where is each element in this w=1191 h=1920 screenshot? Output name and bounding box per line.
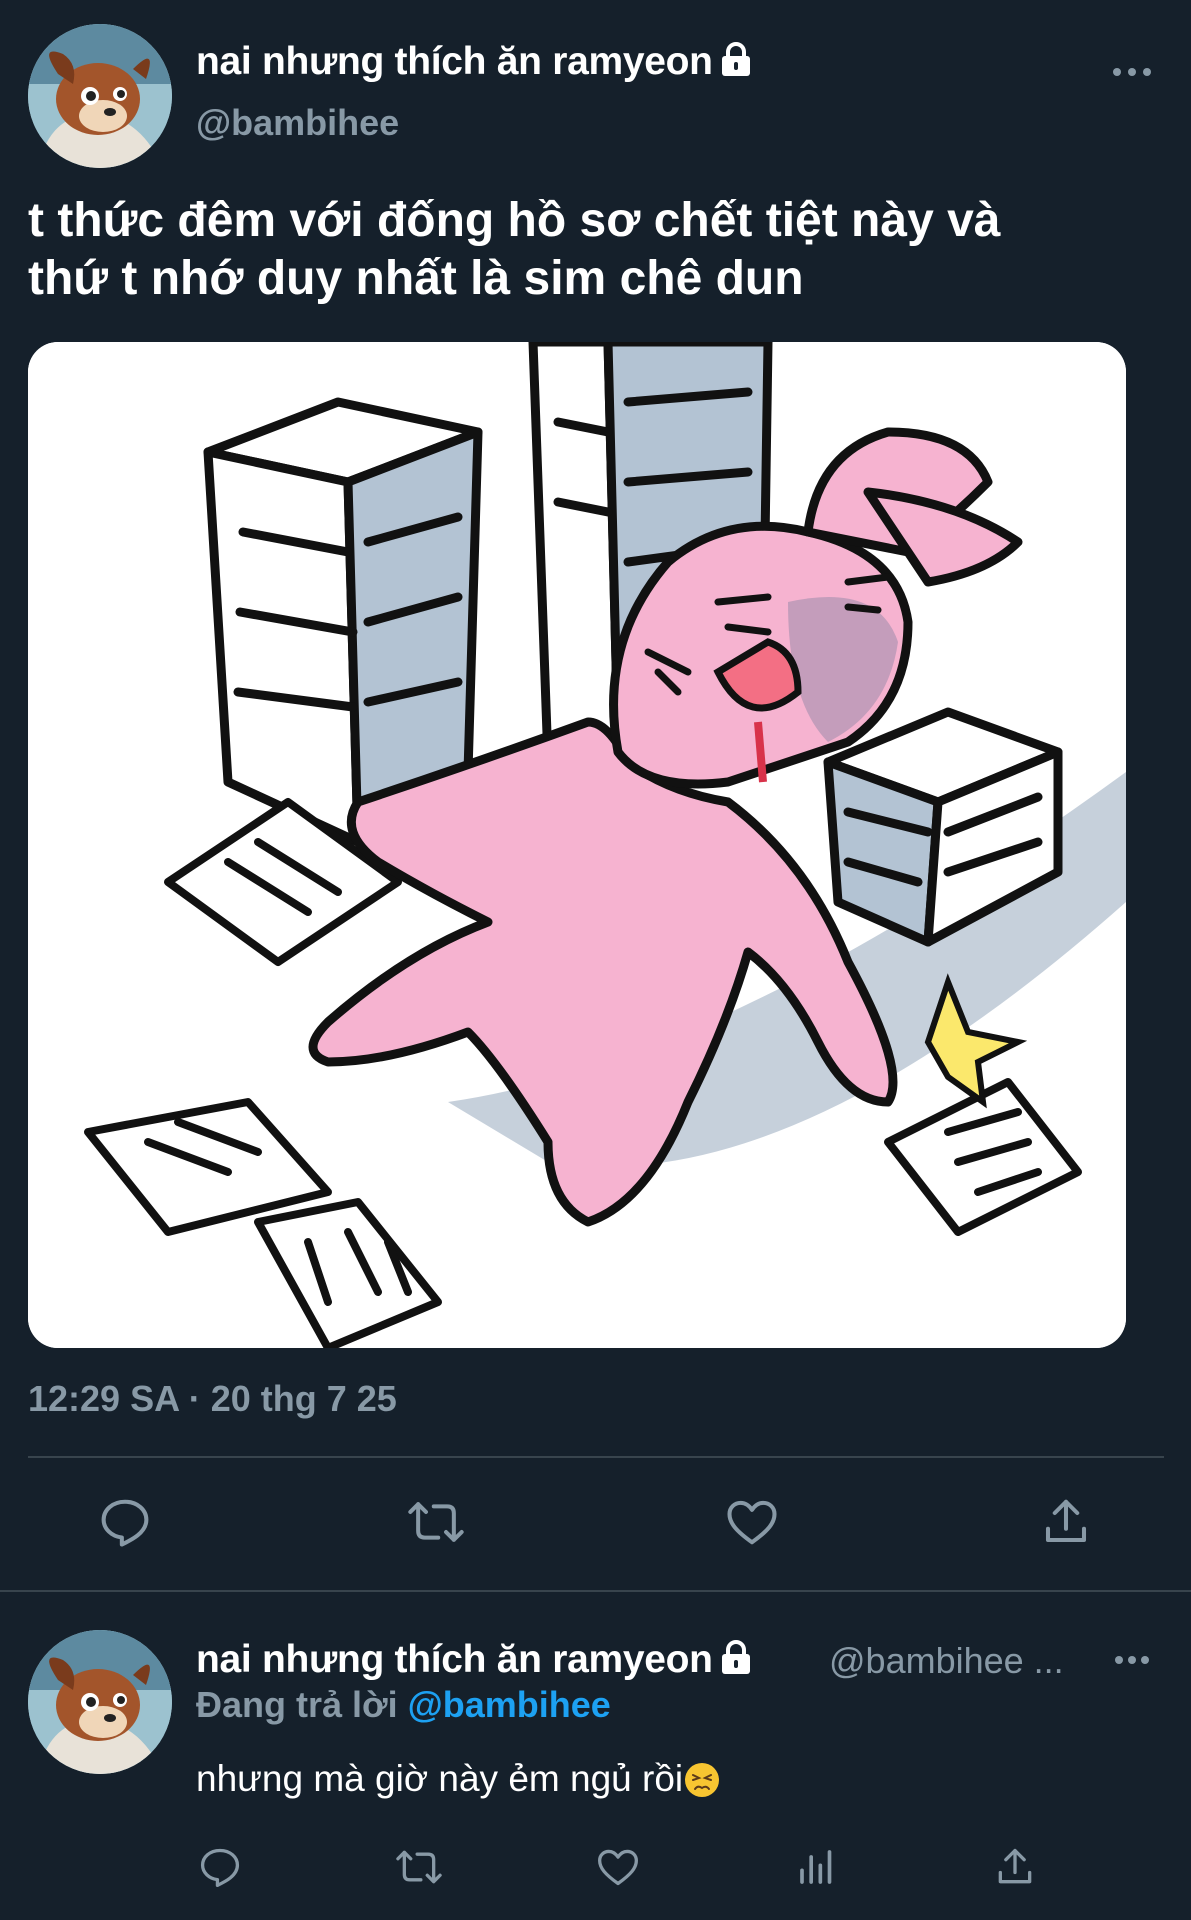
reply-icon	[200, 1848, 240, 1887]
replying-to-prefix: Đang trả lời	[196, 1684, 408, 1725]
retweet-button[interactable]	[406, 1492, 466, 1552]
reply-user-handle[interactable]: @bambihee ...	[829, 1640, 1064, 1682]
share-button[interactable]	[1036, 1492, 1096, 1552]
lock-icon	[719, 41, 753, 87]
reply-analytics-button[interactable]	[792, 1842, 842, 1892]
reply-button[interactable]	[95, 1492, 155, 1552]
retweet-icon	[396, 1850, 442, 1884]
share-icon	[998, 1848, 1032, 1884]
reply-share-button[interactable]	[990, 1842, 1040, 1892]
reply-icon	[101, 1499, 149, 1547]
reply-retweet-button[interactable]	[394, 1842, 444, 1892]
tweet-media-image[interactable]	[28, 342, 1126, 1348]
reply-like-button[interactable]	[593, 1842, 643, 1892]
more-options-icon[interactable]	[1112, 64, 1152, 82]
tweet-timestamp[interactable]: 12:29 SA · 20 thg 7 25	[28, 1378, 397, 1420]
reply-display-name[interactable]: nai nhưng thích ăn ramyeon	[196, 1638, 753, 1685]
reply-tweet-text: nhưng mà giờ này ẻm ngủ rồi	[196, 1758, 720, 1800]
reply-avatar[interactable]	[28, 1630, 172, 1774]
reply-display-name-text: nai nhưng thích ăn ramyeon	[196, 1638, 713, 1681]
reply-text-content: nhưng mà giờ này ẻm ngủ rồi	[196, 1758, 684, 1799]
bunny-cartoon-illustration	[28, 342, 1126, 1348]
lock-icon	[719, 1639, 753, 1685]
reply-more-options-icon[interactable]	[1114, 1652, 1150, 1670]
display-name[interactable]: nai nhưng thích ăn ramyeon	[196, 40, 753, 87]
replying-to: Đang trả lời @bambihee	[196, 1684, 611, 1726]
tweet-text: t thức đêm với đống hồ sơ chết tiệt này …	[28, 192, 1138, 308]
divider	[28, 1456, 1164, 1458]
retweet-icon	[408, 1502, 464, 1542]
like-icon	[727, 1500, 777, 1545]
reply-reply-button[interactable]	[195, 1842, 245, 1892]
persevering-face-emoji	[685, 1763, 720, 1797]
analytics-icon	[800, 1850, 832, 1884]
divider	[0, 1590, 1191, 1592]
like-icon	[598, 1849, 638, 1886]
user-handle[interactable]: @bambihee	[196, 102, 399, 144]
avatar[interactable]	[28, 24, 172, 168]
share-icon	[1045, 1499, 1087, 1543]
replying-to-mention-link[interactable]: @bambihee	[408, 1684, 611, 1725]
display-name-text: nai nhưng thích ăn ramyeon	[196, 40, 713, 83]
like-button[interactable]	[722, 1492, 782, 1552]
tweet-text-line: t thức đêm với đống hồ sơ chết tiệt này …	[28, 194, 1001, 247]
tweet-text-line: thứ t nhớ duy nhất là sim chê dun	[28, 252, 804, 305]
